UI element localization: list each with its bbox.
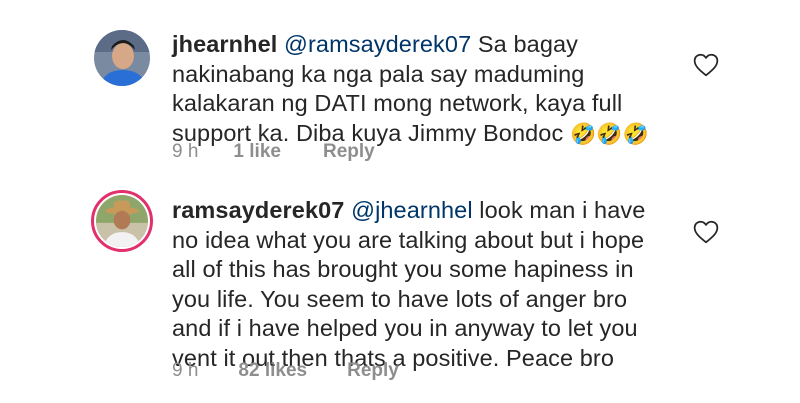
comment-text: jhearnhel @ramsayderek07 Sa bagay nakina… xyxy=(172,30,672,149)
avatar[interactable] xyxy=(91,190,153,252)
comment-meta: 9 h 82 likes Reply xyxy=(172,360,399,382)
comment-username[interactable]: ramsayderek07 xyxy=(172,197,344,223)
comment-body: look man i have no idea what you are tal… xyxy=(172,197,646,371)
comment-text: ramsayderek07 @jhearnhel look man i have… xyxy=(172,196,672,373)
comment-mention[interactable]: @jhearnhel xyxy=(351,197,473,223)
comment-mention[interactable]: @ramsayderek07 xyxy=(284,31,471,57)
profile-photo-icon xyxy=(96,195,148,247)
comment-likes-button[interactable]: 1 like xyxy=(233,141,281,163)
avatar[interactable] xyxy=(94,30,150,86)
comment-timestamp: 9 h xyxy=(172,141,199,162)
profile-photo-icon xyxy=(94,30,150,86)
comment-likes-button[interactable]: 82 likes xyxy=(238,360,307,382)
like-heart-icon[interactable] xyxy=(693,220,719,244)
reply-button[interactable]: Reply xyxy=(347,360,399,382)
reply-button[interactable]: Reply xyxy=(323,141,375,163)
comment-username[interactable]: jhearnhel xyxy=(172,31,277,57)
comment-item: ramsayderek07 @jhearnhel look man i have… xyxy=(0,180,800,403)
comment-meta: 9 h 1 like Reply xyxy=(172,141,375,163)
rofl-emoji-icon: 🤣🤣🤣 xyxy=(569,122,649,146)
like-heart-icon[interactable] xyxy=(693,53,719,77)
comment-timestamp: 9 h xyxy=(172,360,199,381)
comment-item: jhearnhel @ramsayderek07 Sa bagay nakina… xyxy=(0,0,800,180)
